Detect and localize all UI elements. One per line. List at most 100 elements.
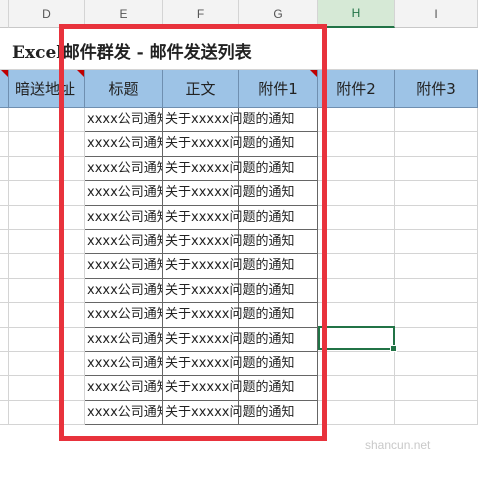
cell-body[interactable]: 关于xxxxx问题的通知 xyxy=(163,156,294,182)
cell-body[interactable]: 关于xxxxx问题的通知 xyxy=(163,205,294,230)
cell-c[interactable] xyxy=(0,352,9,377)
fill-handle[interactable] xyxy=(390,345,397,352)
header-cell-attachment3[interactable]: 附件3 xyxy=(395,70,478,108)
cell-title[interactable]: xxxx公司通知 xyxy=(85,181,163,206)
cell-attachment3[interactable] xyxy=(395,156,478,182)
cell-body[interactable]: 关于xxxxx问题的通知 xyxy=(163,327,294,352)
cell-attachment2[interactable] xyxy=(318,108,395,133)
cell-attachment2[interactable] xyxy=(318,205,395,230)
column-header-e[interactable]: E xyxy=(85,0,163,28)
cell-c[interactable] xyxy=(0,108,9,133)
cell-c[interactable] xyxy=(0,230,9,255)
cell-title[interactable]: xxxx公司通知 xyxy=(85,278,163,304)
cell-attachment2[interactable] xyxy=(318,132,395,157)
cell-c[interactable] xyxy=(0,400,9,426)
cell-bcc[interactable] xyxy=(9,108,85,133)
column-header-d[interactable]: D xyxy=(9,0,85,28)
cell-body[interactable]: 关于xxxxx问题的通知 xyxy=(163,376,294,401)
cell-attachment3[interactable] xyxy=(395,132,478,157)
cell-body[interactable]: 关于xxxxx问题的通知 xyxy=(163,303,294,328)
cell-body[interactable]: 关于xxxxx问题的通知 xyxy=(163,400,294,426)
header-cell-c[interactable] xyxy=(0,70,9,108)
cell-attachment2[interactable] xyxy=(318,156,395,182)
cell-attachment2[interactable] xyxy=(318,303,395,328)
cell-body[interactable]: 关于xxxxx问题的通知 xyxy=(163,132,294,157)
cell-title[interactable]: xxxx公司通知 xyxy=(85,400,163,426)
cell-attachment3[interactable] xyxy=(395,254,478,279)
comment-marker xyxy=(77,70,84,77)
cell-bcc[interactable] xyxy=(9,181,85,206)
cell-c[interactable] xyxy=(0,376,9,401)
cell-title[interactable]: xxxx公司通知 xyxy=(85,156,163,182)
cell-attachment3[interactable] xyxy=(395,205,478,230)
cell-attachment2[interactable] xyxy=(318,181,395,206)
header-label: 附件3 xyxy=(416,80,456,98)
cell-c[interactable] xyxy=(0,156,9,182)
cell-title[interactable]: xxxx公司通知 xyxy=(85,205,163,230)
cell-c[interactable] xyxy=(0,181,9,206)
header-cell-title[interactable]: 标题 xyxy=(85,70,163,108)
cell-body[interactable]: 关于xxxxx问题的通知 xyxy=(163,230,294,255)
cell-attachment3[interactable] xyxy=(395,376,478,401)
cell-c[interactable] xyxy=(0,254,9,279)
cell-c[interactable] xyxy=(0,205,9,230)
cell-attachment2[interactable] xyxy=(318,230,395,255)
cell-body[interactable]: 关于xxxxx问题的通知 xyxy=(163,254,294,279)
cell-bcc[interactable] xyxy=(9,376,85,401)
cell-bcc[interactable] xyxy=(9,278,85,304)
cell-c[interactable] xyxy=(0,278,9,304)
cell-body[interactable]: 关于xxxxx问题的通知 xyxy=(163,278,294,304)
cell-title[interactable]: xxxx公司通知 xyxy=(85,108,163,133)
header-cell-attachment2[interactable]: 附件2 xyxy=(318,70,395,108)
cell-title[interactable]: xxxx公司通知 xyxy=(85,352,163,377)
column-header-i[interactable]: I xyxy=(395,0,478,28)
cell-attachment3[interactable] xyxy=(395,303,478,328)
cell-attachment2[interactable] xyxy=(318,376,395,401)
column-header-h[interactable]: H xyxy=(318,0,395,28)
column-header-c[interactable] xyxy=(0,0,9,28)
cell-title[interactable]: xxxx公司通知 xyxy=(85,132,163,157)
header-cell-bcc[interactable]: 暗送地址 xyxy=(9,70,85,108)
cell-text: 关于xxxxx问题的通知 xyxy=(165,356,295,371)
active-cell[interactable] xyxy=(318,326,397,352)
cell-attachment3[interactable] xyxy=(395,352,478,377)
cell-attachment2[interactable] xyxy=(318,400,395,426)
column-header-f[interactable]: F xyxy=(163,0,239,28)
cell-attachment2[interactable] xyxy=(318,278,395,304)
header-cell-attachment1[interactable]: 附件1 xyxy=(239,70,318,108)
cell-bcc[interactable] xyxy=(9,327,85,352)
cell-attachment3[interactable] xyxy=(395,278,478,304)
header-cell-body[interactable]: 正文 xyxy=(163,70,239,108)
cell-bcc[interactable] xyxy=(9,132,85,157)
cell-attachment2[interactable] xyxy=(318,254,395,279)
cell-body[interactable]: 关于xxxxx问题的通知 xyxy=(163,181,294,206)
header-label: 附件2 xyxy=(336,80,376,98)
cell-body[interactable]: 关于xxxxx问题的通知 xyxy=(163,352,294,377)
title-row[interactable]: Excel邮件群发 - 邮件发送列表 xyxy=(0,28,478,70)
cell-c[interactable] xyxy=(0,303,9,328)
cell-c[interactable] xyxy=(0,327,9,352)
cell-bcc[interactable] xyxy=(9,230,85,255)
cell-bcc[interactable] xyxy=(9,254,85,279)
cell-attachment3[interactable] xyxy=(395,327,478,352)
cell-title[interactable]: xxxx公司通知 xyxy=(85,303,163,328)
cell-title[interactable]: xxxx公司通知 xyxy=(85,376,163,401)
column-header-g[interactable]: G xyxy=(239,0,318,28)
cell-title[interactable]: xxxx公司通知 xyxy=(85,254,163,279)
header-label: 附件1 xyxy=(258,80,298,98)
cell-attachment3[interactable] xyxy=(395,400,478,426)
cell-bcc[interactable] xyxy=(9,400,85,426)
cell-attachment3[interactable] xyxy=(395,230,478,255)
cell-c[interactable] xyxy=(0,132,9,157)
cell-attachment2[interactable] xyxy=(318,352,395,377)
cell-bcc[interactable] xyxy=(9,352,85,377)
cell-bcc[interactable] xyxy=(9,156,85,182)
cell-attachment3[interactable] xyxy=(395,181,478,206)
cell-title[interactable]: xxxx公司通知 xyxy=(85,327,163,352)
cell-body[interactable]: 关于xxxxx问题的通知 xyxy=(163,108,294,133)
cell-title[interactable]: xxxx公司通知 xyxy=(85,230,163,255)
cell-attachment3[interactable] xyxy=(395,108,478,133)
cell-bcc[interactable] xyxy=(9,205,85,230)
cell-text: xxxx公司通知 xyxy=(87,112,163,127)
cell-bcc[interactable] xyxy=(9,303,85,328)
